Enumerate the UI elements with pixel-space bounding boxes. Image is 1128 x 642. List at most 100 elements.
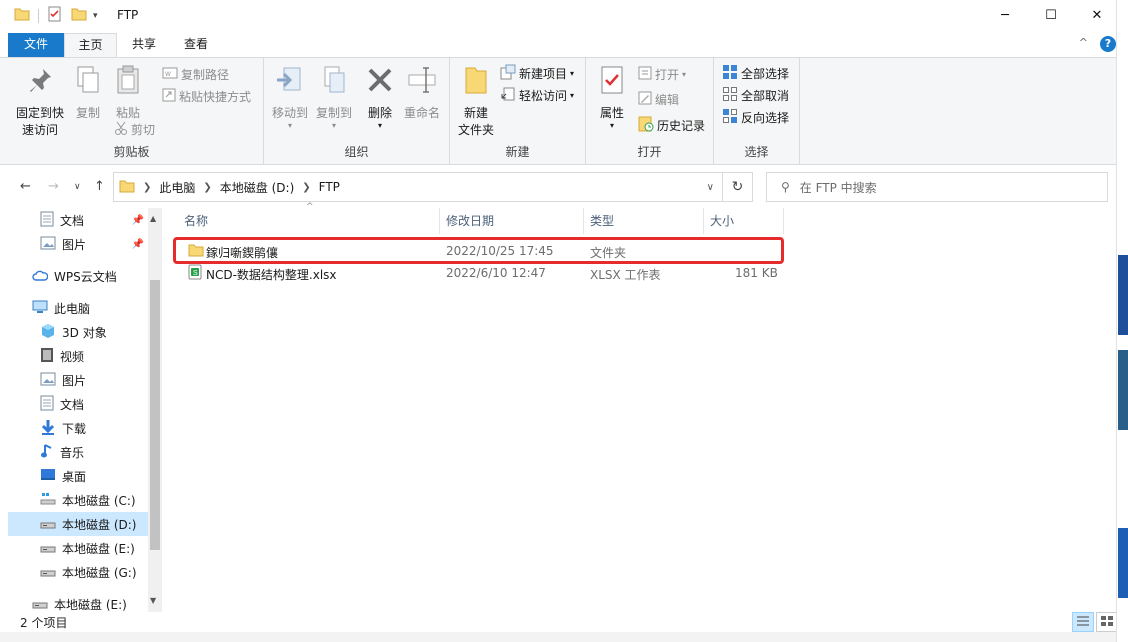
column-header-type[interactable]: 类型 bbox=[584, 208, 704, 234]
copy-button[interactable]: 复制 bbox=[70, 64, 106, 122]
column-header-date[interactable]: 修改日期 bbox=[440, 208, 584, 234]
select-group-label: 选择 bbox=[744, 145, 769, 159]
new-folder-button[interactable]: 新建 文件夹 bbox=[454, 64, 498, 139]
column-header-name[interactable]: 名称 bbox=[178, 208, 440, 234]
nav-item-music[interactable]: 音乐 bbox=[8, 440, 148, 464]
nav-item-drive-g[interactable]: 本地磁盘 (G:) bbox=[8, 560, 148, 584]
copy-label: 复制 bbox=[75, 106, 100, 120]
video-icon bbox=[40, 347, 54, 366]
delete-button[interactable]: 删除 ▾ bbox=[362, 64, 398, 130]
properties-button[interactable]: 属性 ▾ bbox=[592, 64, 632, 130]
title-bar: ▾ FTP ─ ☐ ✕ bbox=[0, 0, 1116, 31]
copy-to-icon bbox=[312, 64, 356, 101]
forward-arrow-icon[interactable]: → bbox=[48, 179, 59, 194]
move-to-button[interactable]: 移动到 ▾ bbox=[268, 64, 312, 130]
tab-home[interactable]: 主页 bbox=[64, 33, 117, 57]
column-header-size[interactable]: 大小 bbox=[704, 208, 784, 234]
nav-item-label: 3D 对象 bbox=[62, 325, 107, 340]
close-button[interactable]: ✕ bbox=[1074, 0, 1120, 31]
recent-locations-chevron-icon[interactable]: ∨ bbox=[74, 182, 81, 192]
cut-button[interactable]: 剪切 bbox=[114, 121, 155, 138]
customize-toolbar-dropdown-icon[interactable]: ▾ bbox=[93, 11, 98, 21]
details-view-button[interactable] bbox=[1072, 612, 1094, 632]
new-item-button[interactable]: 新建项目 ▾ bbox=[500, 64, 574, 83]
new-folder-icon bbox=[454, 64, 498, 101]
new-item-label: 新建项目 bbox=[519, 67, 568, 81]
nav-item-label: 图片 bbox=[62, 237, 87, 252]
breadcrumb-separator-icon[interactable]: ❯ bbox=[203, 182, 211, 193]
search-input[interactable]: ⚲ 在 FTP 中搜索 bbox=[766, 172, 1108, 202]
scroll-down-icon[interactable]: ▼ bbox=[150, 596, 156, 605]
file-list: ^ 名称 修改日期 类型 大小 鎵归噺鍥鹃儴 2022/10/25 17:45 … bbox=[170, 202, 1116, 612]
back-arrow-icon[interactable]: ← bbox=[20, 179, 31, 194]
address-history-chevron-icon[interactable]: ∨ bbox=[707, 182, 714, 193]
maximize-button[interactable]: ☐ bbox=[1028, 0, 1074, 31]
collapse-ribbon-icon[interactable]: ^ bbox=[1079, 36, 1088, 49]
pin-to-quick-access-button[interactable]: 固定到快 速访问 bbox=[10, 64, 70, 139]
nav-item-pictures-quick[interactable]: 图片 📌 bbox=[8, 232, 148, 256]
scroll-up-icon[interactable]: ▲ bbox=[150, 214, 156, 223]
paste-shortcut-button[interactable]: 粘贴快捷方式 bbox=[162, 88, 251, 105]
easy-access-dropdown-icon: ▾ bbox=[570, 91, 575, 100]
pin-icon: 📌 bbox=[131, 238, 144, 250]
nav-item-this-pc[interactable]: 此电脑 bbox=[8, 296, 148, 320]
nav-item-documents[interactable]: 文档 bbox=[8, 392, 148, 416]
nav-item-downloads[interactable]: 下载 bbox=[8, 416, 148, 440]
nav-item-desktop[interactable]: 桌面 bbox=[8, 464, 148, 488]
breadcrumb-ftp[interactable]: FTP bbox=[319, 180, 340, 194]
invert-selection-icon bbox=[722, 108, 738, 127]
nav-item-videos[interactable]: 视频 bbox=[8, 344, 148, 368]
tab-share[interactable]: 共享 bbox=[118, 33, 170, 57]
select-none-button[interactable]: 全部取消 bbox=[722, 86, 789, 105]
minimize-button[interactable]: ─ bbox=[982, 0, 1028, 31]
scrollbar-thumb[interactable] bbox=[150, 280, 160, 550]
rename-button[interactable]: 重命名 bbox=[400, 64, 444, 122]
easy-access-button[interactable]: 轻松访问 ▾ bbox=[500, 86, 574, 105]
open-dropdown-icon: ▾ bbox=[682, 70, 687, 79]
easy-access-icon bbox=[500, 86, 516, 105]
new-folder-icon[interactable] bbox=[71, 7, 87, 24]
nav-item-3d-objects[interactable]: 3D 对象 bbox=[8, 320, 148, 344]
properties-icon[interactable] bbox=[47, 6, 63, 25]
copy-path-icon: W bbox=[162, 67, 178, 82]
window-title: FTP bbox=[117, 8, 139, 22]
nav-item-drive-c[interactable]: 本地磁盘 (C:) bbox=[8, 488, 148, 512]
file-row-xlsx[interactable]: S NCD-数据结构整理.xlsx 2022/6/10 12:47 XLSX 工… bbox=[180, 262, 783, 284]
breadcrumb-separator-icon[interactable]: ❯ bbox=[302, 182, 310, 193]
properties-icon bbox=[592, 64, 632, 101]
nav-item-wps-cloud[interactable]: WPS云文档 bbox=[8, 264, 148, 288]
large-icons-view-button[interactable] bbox=[1096, 612, 1118, 632]
address-bar[interactable]: ❯ 此电脑 ❯ 本地磁盘 (D:) ❯ FTP ∨ bbox=[113, 172, 723, 202]
tab-view[interactable]: 查看 bbox=[170, 33, 222, 57]
select-all-button[interactable]: 全部选择 bbox=[722, 64, 789, 83]
nav-item-drive-e[interactable]: 本地磁盘 (E:) bbox=[8, 536, 148, 560]
copy-path-label: 复制路径 bbox=[181, 68, 230, 82]
system-drive-icon bbox=[40, 492, 56, 509]
invert-selection-button[interactable]: 反向选择 bbox=[722, 108, 789, 127]
refresh-button[interactable]: ↻ bbox=[723, 172, 753, 202]
clipboard-group: 固定到快 速访问 复制 粘贴 W 复制路径 粘贴快捷方式 剪切 剪贴板 bbox=[0, 58, 264, 164]
nav-item-network-drive-e[interactable]: 本地磁盘 (E:) bbox=[8, 592, 148, 612]
copy-to-button[interactable]: 复制到 ▾ bbox=[312, 64, 356, 130]
background-thumbnail bbox=[1118, 528, 1128, 598]
new-folder-label-line2: 文件夹 bbox=[457, 123, 494, 137]
details-view-icon bbox=[1076, 615, 1090, 630]
navigation-scrollbar[interactable]: ▲ ▼ bbox=[148, 208, 162, 612]
copy-path-button[interactable]: W 复制路径 bbox=[162, 66, 229, 83]
paste-shortcut-icon bbox=[162, 88, 176, 105]
history-button[interactable]: 历史记录 bbox=[638, 116, 705, 135]
nav-item-documents-quick[interactable]: 文档 📌 bbox=[8, 208, 148, 232]
move-to-dropdown-icon: ▾ bbox=[287, 121, 292, 130]
paste-button[interactable]: 粘贴 bbox=[110, 64, 146, 122]
breadcrumb-this-pc[interactable]: 此电脑 bbox=[159, 179, 195, 196]
help-icon[interactable]: ? bbox=[1100, 36, 1116, 52]
breadcrumb-separator-icon[interactable]: ❯ bbox=[143, 182, 151, 193]
breadcrumb-drive-d[interactable]: 本地磁盘 (D:) bbox=[220, 179, 294, 196]
tab-file[interactable]: 文件 bbox=[8, 33, 64, 57]
new-item-icon bbox=[500, 64, 516, 83]
nav-item-pictures[interactable]: 图片 bbox=[8, 368, 148, 392]
nav-item-drive-d[interactable]: 本地磁盘 (D:) bbox=[8, 512, 148, 536]
up-arrow-icon[interactable]: ↑ bbox=[94, 179, 105, 194]
edit-button[interactable]: 编辑 bbox=[638, 91, 679, 108]
open-button[interactable]: 打开 ▾ bbox=[638, 66, 686, 83]
